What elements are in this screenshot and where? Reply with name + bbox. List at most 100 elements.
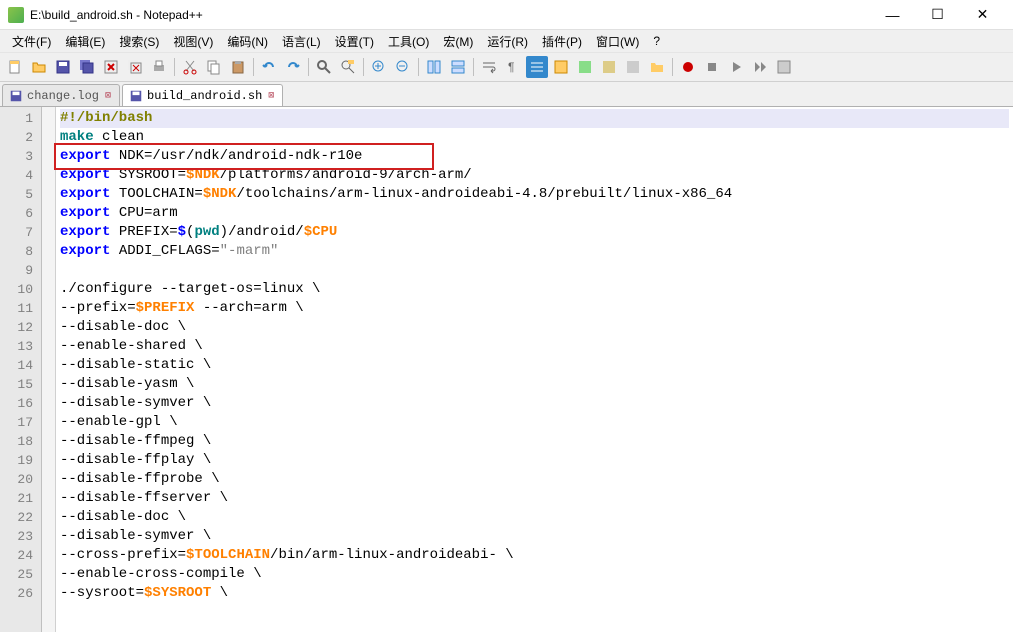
code-line[interactable]: --disable-ffmpeg \	[60, 432, 1009, 451]
maximize-button[interactable]: ☐	[915, 1, 960, 29]
code-line[interactable]: --prefix=$PREFIX --arch=arm \	[60, 299, 1009, 318]
line-number: 7	[0, 223, 41, 242]
macro-save-icon[interactable]	[773, 56, 795, 78]
code-line[interactable]: --enable-gpl \	[60, 413, 1009, 432]
undo-icon[interactable]	[258, 56, 280, 78]
code-line[interactable]: --disable-doc \	[60, 318, 1009, 337]
code-line[interactable]: export PREFIX=$(pwd)/android/$CPU	[60, 223, 1009, 242]
code-line[interactable]: --enable-cross-compile \	[60, 565, 1009, 584]
code-line[interactable]: --cross-prefix=$TOOLCHAIN/bin/arm-linux-…	[60, 546, 1009, 565]
code-line[interactable]: make clean	[60, 128, 1009, 147]
macro-record-icon[interactable]	[677, 56, 699, 78]
doc-map2-icon[interactable]	[598, 56, 620, 78]
line-number: 4	[0, 166, 41, 185]
indent-guide-icon[interactable]	[526, 56, 548, 78]
tab-build-android[interactable]: build_android.sh ⊠	[122, 84, 283, 106]
line-number: 19	[0, 451, 41, 470]
menu-search[interactable]: 搜索(S)	[113, 31, 165, 52]
line-number: 9	[0, 261, 41, 280]
open-file-icon[interactable]	[28, 56, 50, 78]
menu-settings[interactable]: 设置(T)	[329, 31, 380, 52]
menu-plugins[interactable]: 插件(P)	[536, 31, 588, 52]
paste-icon[interactable]	[227, 56, 249, 78]
line-number: 22	[0, 508, 41, 527]
close-file-icon[interactable]	[100, 56, 122, 78]
tab-close-icon[interactable]: ⊠	[103, 90, 113, 102]
line-number: 15	[0, 375, 41, 394]
line-number: 17	[0, 413, 41, 432]
menu-help[interactable]: ?	[647, 32, 666, 50]
window-title: E:\build_android.sh - Notepad++	[30, 8, 870, 22]
menu-run[interactable]: 运行(R)	[481, 31, 534, 52]
code-line[interactable]: export NDK=/usr/ndk/android-ndk-r10e	[60, 147, 1009, 166]
close-button[interactable]: ✕	[960, 1, 1005, 29]
sync-h-icon[interactable]	[447, 56, 469, 78]
wordwrap-icon[interactable]	[478, 56, 500, 78]
save-all-icon[interactable]	[76, 56, 98, 78]
code-line[interactable]: --disable-ffplay \	[60, 451, 1009, 470]
code-line[interactable]: export ADDI_CFLAGS="-marm"	[60, 242, 1009, 261]
menu-edit[interactable]: 编辑(E)	[59, 31, 111, 52]
macro-play-icon[interactable]	[725, 56, 747, 78]
menu-window[interactable]: 窗口(W)	[590, 31, 645, 52]
app-icon	[8, 7, 24, 23]
svg-text:¶: ¶	[508, 60, 514, 74]
code-line[interactable]: --disable-symver \	[60, 527, 1009, 546]
line-number: 18	[0, 432, 41, 451]
fold-margin[interactable]	[42, 107, 56, 632]
code-line[interactable]: --disable-symver \	[60, 394, 1009, 413]
new-file-icon[interactable]	[4, 56, 26, 78]
cut-icon[interactable]	[179, 56, 201, 78]
code-line[interactable]: --disable-doc \	[60, 508, 1009, 527]
line-number: 20	[0, 470, 41, 489]
file-saved-icon	[129, 89, 143, 103]
line-number: 16	[0, 394, 41, 413]
menu-file[interactable]: 文件(F)	[6, 31, 57, 52]
tab-change-log[interactable]: change.log ⊠	[2, 84, 120, 106]
minimize-button[interactable]: —	[870, 1, 915, 29]
save-icon[interactable]	[52, 56, 74, 78]
replace-icon[interactable]	[337, 56, 359, 78]
macro-stop-icon[interactable]	[701, 56, 723, 78]
menu-language[interactable]: 语言(L)	[276, 31, 327, 52]
menu-encoding[interactable]: 编码(N)	[221, 31, 274, 52]
print-icon[interactable]	[148, 56, 170, 78]
folder-icon[interactable]	[646, 56, 668, 78]
code-line[interactable]: ./configure --target-os=linux \	[60, 280, 1009, 299]
menu-macro[interactable]: 宏(M)	[437, 31, 479, 52]
tab-close-icon[interactable]: ⊠	[266, 90, 276, 102]
menu-tools[interactable]: 工具(O)	[382, 31, 435, 52]
code-line[interactable]: export CPU=arm	[60, 204, 1009, 223]
code-line[interactable]: export SYSROOT=$NDK/platforms/android-9/…	[60, 166, 1009, 185]
code-line[interactable]: --disable-static \	[60, 356, 1009, 375]
code-line[interactable]: --sysroot=$SYSROOT \	[60, 584, 1009, 603]
tabbar: change.log ⊠ build_android.sh ⊠	[0, 82, 1013, 106]
macro-multi-icon[interactable]	[749, 56, 771, 78]
doc-map-icon[interactable]	[574, 56, 596, 78]
line-number: 26	[0, 584, 41, 603]
code-line[interactable]: #!/bin/bash	[60, 109, 1009, 128]
line-number: 8	[0, 242, 41, 261]
copy-icon[interactable]	[203, 56, 225, 78]
code-line[interactable]: --disable-ffserver \	[60, 489, 1009, 508]
close-all-icon[interactable]	[124, 56, 146, 78]
user-lang-icon[interactable]	[550, 56, 572, 78]
code-line[interactable]: --disable-yasm \	[60, 375, 1009, 394]
code-line[interactable]: export TOOLCHAIN=$NDK/toolchains/arm-lin…	[60, 185, 1009, 204]
code-line[interactable]	[60, 261, 1009, 280]
zoom-in-icon[interactable]	[368, 56, 390, 78]
sync-v-icon[interactable]	[423, 56, 445, 78]
find-icon[interactable]	[313, 56, 335, 78]
code-line[interactable]: --disable-ffprobe \	[60, 470, 1009, 489]
show-all-chars-icon[interactable]: ¶	[502, 56, 524, 78]
zoom-out-icon[interactable]	[392, 56, 414, 78]
line-number: 5	[0, 185, 41, 204]
editor: 1234567891011121314151617181920212223242…	[0, 106, 1013, 632]
line-number: 23	[0, 527, 41, 546]
func-list-icon[interactable]	[622, 56, 644, 78]
redo-icon[interactable]	[282, 56, 304, 78]
window-controls: — ☐ ✕	[870, 1, 1005, 29]
code-line[interactable]: --enable-shared \	[60, 337, 1009, 356]
menu-view[interactable]: 视图(V)	[167, 31, 219, 52]
code-area[interactable]: #!/bin/bashmake cleanexport NDK=/usr/ndk…	[56, 107, 1013, 632]
